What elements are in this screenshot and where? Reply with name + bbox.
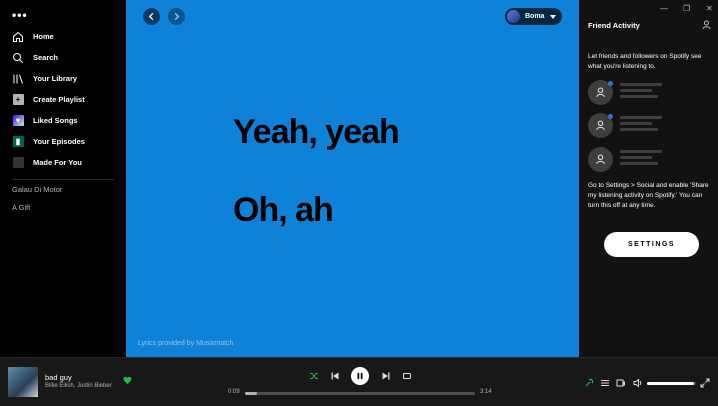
search-icon (12, 52, 24, 64)
player-bar: bad guy Billie Eilish, Justin Bieber 0:0… (0, 357, 718, 406)
maximize-icon[interactable]: ❐ (683, 4, 690, 13)
friend-activity-instructions: Go to Settings > Social and enable 'Shar… (588, 182, 709, 209)
lyrics-credit: Lyrics provided by Musixmatch (138, 340, 234, 347)
square-icon (12, 157, 24, 169)
more-dots-icon[interactable]: ••• (12, 8, 28, 22)
fullscreen-icon[interactable] (700, 378, 710, 388)
placeholder-bar (620, 95, 658, 98)
skip-back-icon (331, 372, 339, 380)
playlist-list: Galau Di Motor A Gift (12, 185, 62, 221)
device-icon[interactable] (616, 378, 626, 388)
sidebar-item-search[interactable]: Search (0, 47, 126, 68)
volume-slider[interactable] (647, 382, 696, 385)
repeat-button[interactable] (401, 370, 413, 382)
sidebar-divider (12, 179, 114, 180)
friend-placeholder (588, 113, 713, 139)
friend-activity-panel: — ❐ ✕ Friend Activity Let friends and fo… (579, 0, 718, 357)
duration-time: 3:14 (480, 389, 492, 395)
sidebar-item-your-episodes[interactable]: ▮ Your Episodes (0, 131, 126, 152)
progress-bar[interactable] (245, 392, 475, 395)
next-button[interactable] (380, 370, 392, 382)
sidebar-item-library[interactable]: Your Library (0, 68, 126, 89)
lyric-line: Yeah, yeah (233, 113, 400, 151)
placeholder-bar (620, 128, 658, 131)
heart-icon: ♥ (12, 115, 24, 127)
sidebar-item-home[interactable]: Home (0, 26, 126, 47)
back-button[interactable] (143, 8, 160, 25)
friend-activity-title: Friend Activity (588, 21, 640, 30)
album-cover[interactable] (8, 367, 38, 397)
friend-placeholder (588, 147, 713, 173)
sidebar-item-label: Your Library (33, 74, 78, 83)
placeholder-bar (620, 116, 662, 119)
sidebar-item-create-playlist[interactable]: + Create Playlist (0, 89, 126, 110)
pause-button[interactable] (351, 367, 369, 385)
volume-icon[interactable] (633, 378, 643, 388)
user-name: Boma (525, 13, 545, 20)
sidebar-item-label: Search (33, 53, 59, 62)
sidebar-item-made-for-you[interactable]: Made For You (0, 152, 126, 173)
forward-button[interactable] (168, 8, 185, 25)
placeholder-bar (620, 156, 652, 159)
placeholder-bar (620, 89, 652, 92)
placeholder-bar (620, 83, 662, 86)
status-dot (608, 114, 613, 119)
library-icon (12, 73, 24, 85)
placeholder-bar (620, 150, 662, 153)
bookmark-icon: ▮ (12, 136, 24, 148)
artist-name[interactable]: Billie Eilish, Justin Bieber (45, 383, 112, 389)
avatar (507, 10, 520, 23)
repeat-icon (403, 373, 411, 379)
chevron-right-icon (174, 12, 180, 21)
shuffle-button[interactable] (308, 370, 320, 382)
user-menu-button[interactable]: Boma (505, 8, 562, 25)
sidebar-item-label: Made For You (33, 158, 82, 167)
playlist-item[interactable]: A Gift (12, 203, 62, 221)
lyric-line: Oh, ah (233, 191, 334, 229)
elapsed-time: 0:09 (228, 389, 240, 395)
caret-down-icon (550, 14, 557, 19)
user-icon (588, 147, 613, 172)
home-icon (12, 31, 24, 43)
sidebar-item-label: Your Episodes (33, 137, 85, 146)
song-title[interactable]: bad guy (45, 373, 72, 382)
friend-placeholder (588, 80, 713, 106)
sidebar: ••• Home Search Your Library + Create Pl… (0, 0, 126, 357)
placeholder-bar (620, 122, 652, 125)
queue-icon[interactable] (600, 378, 610, 388)
lyrics-view: Boma Yeah, yeah Oh, ah Lyrics provided b… (126, 0, 579, 357)
playlist-item[interactable]: Galau Di Motor (12, 185, 62, 203)
settings-button[interactable]: SETTINGS (604, 232, 699, 257)
heart-icon[interactable] (123, 376, 132, 385)
skip-forward-icon (382, 372, 390, 380)
pause-icon (357, 373, 363, 379)
sidebar-item-label: Liked Songs (33, 116, 78, 125)
lyrics-icon[interactable] (584, 378, 594, 388)
friend-activity-intro: Let friends and followers on Spotify see… (588, 53, 702, 70)
minimize-icon[interactable]: — (660, 4, 668, 13)
progress-fill (245, 392, 257, 395)
sidebar-item-label: Home (33, 32, 54, 41)
nav-menu: Home Search Your Library + Create Playli… (0, 26, 126, 173)
add-friend-icon[interactable] (702, 20, 712, 30)
previous-button[interactable] (329, 370, 341, 382)
plus-icon: + (12, 94, 24, 106)
sidebar-item-liked-songs[interactable]: ♥ Liked Songs (0, 110, 126, 131)
status-dot (608, 81, 613, 86)
chevron-left-icon (148, 12, 154, 21)
shuffle-icon (310, 373, 318, 379)
sidebar-item-label: Create Playlist (33, 95, 85, 104)
close-icon[interactable]: ✕ (706, 4, 713, 13)
placeholder-bar (620, 162, 658, 165)
volume-fill (647, 382, 694, 385)
